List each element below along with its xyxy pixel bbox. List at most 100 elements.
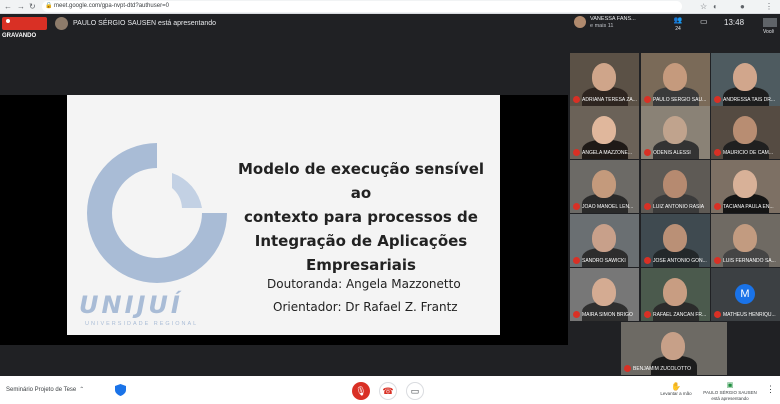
participant-tile[interactable]: BENJAMIM ZUCOLOTTO (621, 322, 727, 375)
camera-icon[interactable]: ▭ (406, 382, 424, 400)
person-head (663, 278, 687, 306)
participant-tile[interactable]: ANDRESSA TAIS DR... (711, 53, 780, 106)
person-head (663, 116, 687, 144)
person-head (592, 224, 616, 252)
active-speaker-card[interactable]: VANESSA FANS... e mais 11 (570, 14, 638, 32)
participant-name: ODENIS ALESSI (653, 150, 691, 156)
participant-name: MAURICIO DE CAM... (723, 150, 774, 156)
hang-up-icon[interactable]: ☎ (379, 382, 397, 400)
presenting-status: PAULO SÉRGIO SAUSEN está apresentando (73, 20, 217, 27)
person-head (733, 224, 757, 252)
participant-name: BENJAMIM ZUCOLOTTO (633, 366, 691, 372)
participant-tile[interactable]: PAULO SÉRGIO SAU... (641, 53, 710, 106)
mic-off-icon (714, 149, 721, 156)
participant-tile[interactable]: MAIRA SIMON BRIGO (570, 268, 639, 321)
menu-icon[interactable]: ⋮ (765, 1, 773, 12)
back-icon[interactable]: ← (4, 1, 12, 12)
mic-off-icon[interactable]: 🎙 (352, 382, 370, 400)
self-preview-icon (763, 18, 777, 27)
meeting-name: Seminário Projeto de Tese (6, 387, 77, 393)
presenter-status: está apresentando (711, 396, 749, 401)
mic-off-icon (573, 96, 580, 103)
person-head (661, 332, 685, 360)
participant-name: JOSÉ ANTONIO GON... (653, 258, 707, 264)
avatar: M (735, 284, 755, 304)
star-icon[interactable]: ☆ (700, 1, 707, 12)
participant-tile[interactable]: LUIZ ANTÔNIO RASIA (641, 160, 710, 213)
participant-tile[interactable]: MAURICIO DE CAM... (711, 106, 780, 159)
self-view: Você (763, 18, 777, 35)
participant-name: MATHEUS HENRIQU... (723, 312, 776, 318)
participant-tile[interactable]: SANDRO SAWICKI (570, 214, 639, 267)
mic-off-icon (644, 203, 651, 210)
mic-off-icon (644, 311, 651, 318)
clock: 13:48 (724, 18, 745, 27)
mic-off-icon (714, 311, 721, 318)
slide-title-line: Modelo de execução sensível ao (237, 160, 485, 202)
logo-text: UNIJUÍ (79, 291, 183, 319)
avatar (55, 17, 68, 30)
person-head (733, 63, 757, 91)
participant-name: ADRIANA TERESA ZA... (582, 97, 637, 103)
participant-name: ANDRESSA TAIS DR... (723, 97, 776, 103)
slide-title: Modelo de execução sensível ao contexto … (232, 157, 490, 277)
url-text: meet.google.com/gpa-nvpt-dtd?authuser=0 (54, 3, 169, 9)
more-options-icon[interactable]: ⋮ (766, 384, 775, 395)
raise-hand-label: Levantar a mão (660, 391, 692, 396)
address-bar[interactable]: 🔒 meet.google.com/gpa-nvpt-dtd?authuser=… (42, 1, 682, 12)
participant-name: LUIZ ANTÔNIO RASIA (653, 204, 705, 210)
participant-tile[interactable]: ADRIANA TERESA ZA... (570, 53, 639, 106)
participant-tile[interactable]: ANGELA MAZZONE... (570, 106, 639, 159)
presenting-button[interactable]: ▣ PAULO SÉRGIO SAUSEN está apresentando (700, 381, 760, 402)
participant-name: LUIS FERNANDO SA... (723, 258, 776, 264)
slide-title-line: contexto para processos de (244, 208, 478, 226)
person-head (663, 224, 687, 252)
presentation-slide: UNIJUÍ UNIVERSIDADE REGIONAL Modelo de e… (67, 95, 500, 335)
participant-tile[interactable]: M MATHEUS HENRIQU... (711, 268, 780, 321)
slide-orientador: Orientador: Dr Rafael Z. Frantz (273, 300, 458, 314)
meet-top-bar: GRAVANDO PAULO SÉRGIO SAUSEN está aprese… (0, 14, 780, 39)
mic-off-icon (573, 149, 580, 156)
present-icon: ▣ (726, 382, 734, 389)
participant-tile[interactable]: LUIS FERNANDO SA... (711, 214, 780, 267)
participant-tile[interactable]: TACIANA PAULA EN... (711, 160, 780, 213)
reload-icon[interactable]: ↻ (29, 1, 36, 12)
mic-off-icon (624, 365, 631, 372)
shield-icon[interactable] (115, 384, 126, 396)
mic-off-icon (714, 96, 721, 103)
people-button[interactable]: 👥 24 (668, 16, 688, 34)
person-head (592, 278, 616, 306)
speaker-name: VANESSA FANS... (590, 16, 636, 22)
self-label: Você (763, 29, 775, 35)
mic-off-icon (573, 203, 580, 210)
people-icon: 👥 (673, 17, 683, 24)
meeting-details-button[interactable]: Seminário Projeto de Tese ⌃ (6, 386, 84, 393)
forward-icon[interactable]: → (17, 1, 25, 12)
person-head (733, 116, 757, 144)
participant-tile[interactable]: JOÃO MANOEL LEN... (570, 160, 639, 213)
person-head (592, 63, 616, 91)
avatar (574, 16, 586, 28)
raise-hand-button[interactable]: ✋ Levantar a mão (656, 382, 696, 396)
participant-tile[interactable]: JOSÉ ANTONIO GON... (641, 214, 710, 267)
chevron-up-icon: ⌃ (79, 387, 85, 393)
slide-title-line: Empresariais (306, 256, 416, 274)
participant-name: MAIRA SIMON BRIGO (582, 312, 633, 318)
browser-toolbar: ← → ↻ 🔒 meet.google.com/gpa-nvpt-dtd?aut… (0, 0, 780, 14)
profile-icon[interactable]: ● (740, 1, 745, 12)
person-head (663, 63, 687, 91)
extension-icon[interactable]: ◐ (713, 1, 718, 12)
person-head (733, 170, 757, 198)
mic-off-icon (714, 203, 721, 210)
person-head (592, 170, 616, 198)
chat-icon[interactable]: ▭ (700, 17, 708, 26)
mic-off-icon (644, 96, 651, 103)
participant-tile[interactable]: ODENIS ALESSI (641, 106, 710, 159)
speaker-more: e mais 11 (590, 23, 614, 29)
participant-tile[interactable]: RAFAEL ZANCAN FR... (641, 268, 710, 321)
participant-name: TACIANA PAULA EN... (723, 204, 774, 210)
mic-off-icon (573, 257, 580, 264)
people-count: 24 (675, 26, 681, 32)
mic-off-icon (573, 311, 580, 318)
participant-name: RAFAEL ZANCAN FR... (653, 312, 707, 318)
